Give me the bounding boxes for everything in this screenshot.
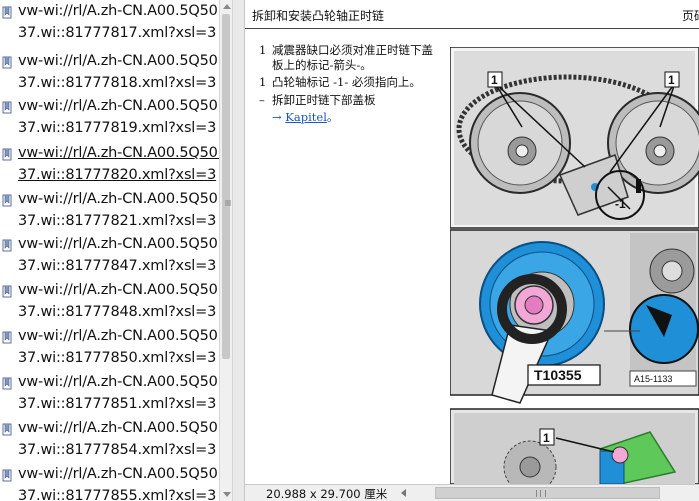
bookmark-label-line1: vw-wi://rl/A.zh-CN.A00.5Q50. [18,145,219,161]
step-text: 拆卸正时链下部盖板 [272,93,376,107]
tool-label: T10355 [534,367,582,383]
bookmark-label-line2: 37.wi::81777817.xml?xsl=3 [18,25,217,41]
bookmark-icon [2,6,12,19]
bookmark-item[interactable]: vw-wi://rl/A.zh-CN.A00.5Q50. 37.wi::8177… [0,373,219,423]
bookmark-label-line2: 37.wi::81777847.xml?xsl=3 [18,258,217,274]
bookmark-icon [2,56,12,69]
bookmark-label-line1: vw-wi://rl/A.zh-CN.A00.5Q50. [18,236,219,252]
bookmark-label-line2: 37.wi::81777819.xml?xsl=3 [18,120,217,136]
scroll-up-arrow-icon[interactable] [223,4,231,9]
bookmark-label-line2: 37.wi::81777821.xml?xsl=3 [18,213,217,229]
step-number: 1 [259,75,267,89]
step-number: 1 [259,43,267,57]
bookmark-item[interactable]: vw-wi://rl/A.zh-CN.A00.5Q50. 37.wi::8177… [0,465,219,501]
step-text-continued: 板上的标记-箭头-。 [272,58,372,72]
figure-lower-cover: 1 [450,408,699,484]
figure-vibration-damper: T10355 A15-1133 [450,229,699,404]
figure-camshaft-marks: 1 1 -1 [450,47,699,229]
bookmark-icon [2,469,12,482]
bookmark-label-line1: vw-wi://rl/A.zh-CN.A00.5Q50. [18,466,219,482]
bookmark-icon [2,194,12,207]
bookmark-label-line2: 37.wi::81777818.xml?xsl=3 [18,75,217,91]
bookmark-item[interactable]: vw-wi://rl/A.zh-CN.A00.5Q50. 37.wi::8177… [0,97,219,147]
document-page: 拆卸和安装凸轮轴正时链 页码 1 减震器缺口必须对准正时链下盖 板上的标记-箭头-… [245,0,699,484]
bookmark-label-line1: vw-wi://rl/A.zh-CN.A00.5Q50. [18,53,219,69]
bookmark-icon [2,148,12,161]
bookmark-label-line2: 37.wi::81777854.xml?xsl=3 [18,442,217,458]
bookmark-label-line1: vw-wi://rl/A.zh-CN.A00.5Q50. [18,3,219,19]
bookmark-label-line1: vw-wi://rl/A.zh-CN.A00.5Q50. [18,420,219,436]
bookmark-label-line1: vw-wi://rl/A.zh-CN.A00.5Q50. [18,282,219,298]
horizontal-scrollbar[interactable] [395,486,699,500]
grip-icon [225,200,231,206]
bookmark-scrollbar[interactable] [219,0,233,501]
bookmark-item[interactable]: vw-wi://rl/A.zh-CN.A00.5Q50. 37.wi::8177… [0,419,219,469]
bookmark-label-line2: 37.wi::81777850.xml?xsl=3 [18,350,217,366]
bookmark-icon [2,101,12,114]
horizontal-scrollbar-thumb[interactable] [435,487,660,499]
bookmark-icon [2,377,12,390]
bookmark-label-line2: 37.wi::81777851.xml?xsl=3 [18,396,217,412]
chapter-link-text[interactable]: Kapitel [285,110,327,124]
figure-reference: A15-1133 [634,374,672,384]
bookmark-label-line1: vw-wi://rl/A.zh-CN.A00.5Q50. [18,191,219,207]
step-item: – 拆卸正时链下部盖板 [259,93,376,108]
step-bullet: – [259,93,265,107]
title-divider [245,28,699,29]
bookmark-icon [2,285,12,298]
chapter-link[interactable]: → Kapitel。 [272,109,338,125]
bookmark-item[interactable]: vw-wi://rl/A.zh-CN.A00.5Q50. 37.wi::8177… [0,235,219,285]
link-arrow-icon: → [272,110,282,124]
scroll-left-arrow-icon[interactable] [401,489,406,497]
bookmark-label-line1: vw-wi://rl/A.zh-CN.A00.5Q50. [18,328,219,344]
bookmark-item[interactable]: vw-wi://rl/A.zh-CN.A00.5Q50. 37.wi::8177… [0,190,219,240]
bookmark-icon [2,423,12,436]
status-bar: 20.988 x 29.700 厘米 [245,484,699,501]
step-text: 减震器缺口必须对准正时链下盖 [272,43,433,57]
bookmark-label-line2: 37.wi::81777855.xml?xsl=3 [18,488,217,501]
page-size-readout: 20.988 x 29.700 厘米 [266,487,388,501]
bookmark-item[interactable]: vw-wi://rl/A.zh-CN.A00.5Q50. 37.wi::8177… [0,2,219,52]
scroll-down-arrow-icon[interactable] [223,492,231,497]
callout-1-fig3: 1 [543,431,550,445]
callout-1-right: 1 [668,73,675,87]
scrollbar-thumb[interactable] [222,14,231,359]
step-text: 凸轮轴标记 -1- 必须指向上。 [272,75,421,89]
bookmark-label-line1: vw-wi://rl/A.zh-CN.A00.5Q50. [18,98,219,114]
bookmark-panel: vw-wi://rl/A.zh-CN.A00.5Q50. 37.wi::8177… [0,0,219,501]
bookmark-label-line2: 37.wi::81777820.xml?xsl=3 [18,167,217,183]
bookmark-item[interactable]: vw-wi://rl/A.zh-CN.A00.5Q50. 37.wi::8177… [0,281,219,331]
page-number-label: 页码 [682,9,699,23]
bookmark-item[interactable]: vw-wi://rl/A.zh-CN.A00.5Q50. 37.wi::8177… [0,327,219,377]
bookmark-label-line1: vw-wi://rl/A.zh-CN.A00.5Q50. [18,374,219,390]
link-suffix: 。 [326,110,339,124]
illustration-panel: 1 1 -1 T10355 A15-1133 1 [450,47,699,484]
bookmark-item[interactable]: vw-wi://rl/A.zh-CN.A00.5Q50. 37.wi::8177… [0,52,219,102]
bookmark-item-selected[interactable]: vw-wi://rl/A.zh-CN.A00.5Q50. 37.wi::8177… [0,144,219,194]
bookmark-icon [2,331,12,344]
document-title: 拆卸和安装凸轮轴正时链 [252,9,385,23]
callout-1-bottom: -1 [615,197,626,211]
pane-splitter[interactable] [233,0,245,501]
callout-1-left: 1 [491,73,498,87]
grip-icon [536,490,546,497]
bookmark-label-line2: 37.wi::81777848.xml?xsl=3 [18,304,217,320]
step-item: 1 减震器缺口必须对准正时链下盖 [259,43,433,58]
bookmark-icon [2,239,12,252]
step-item: 1 凸轮轴标记 -1- 必须指向上。 [259,75,421,90]
